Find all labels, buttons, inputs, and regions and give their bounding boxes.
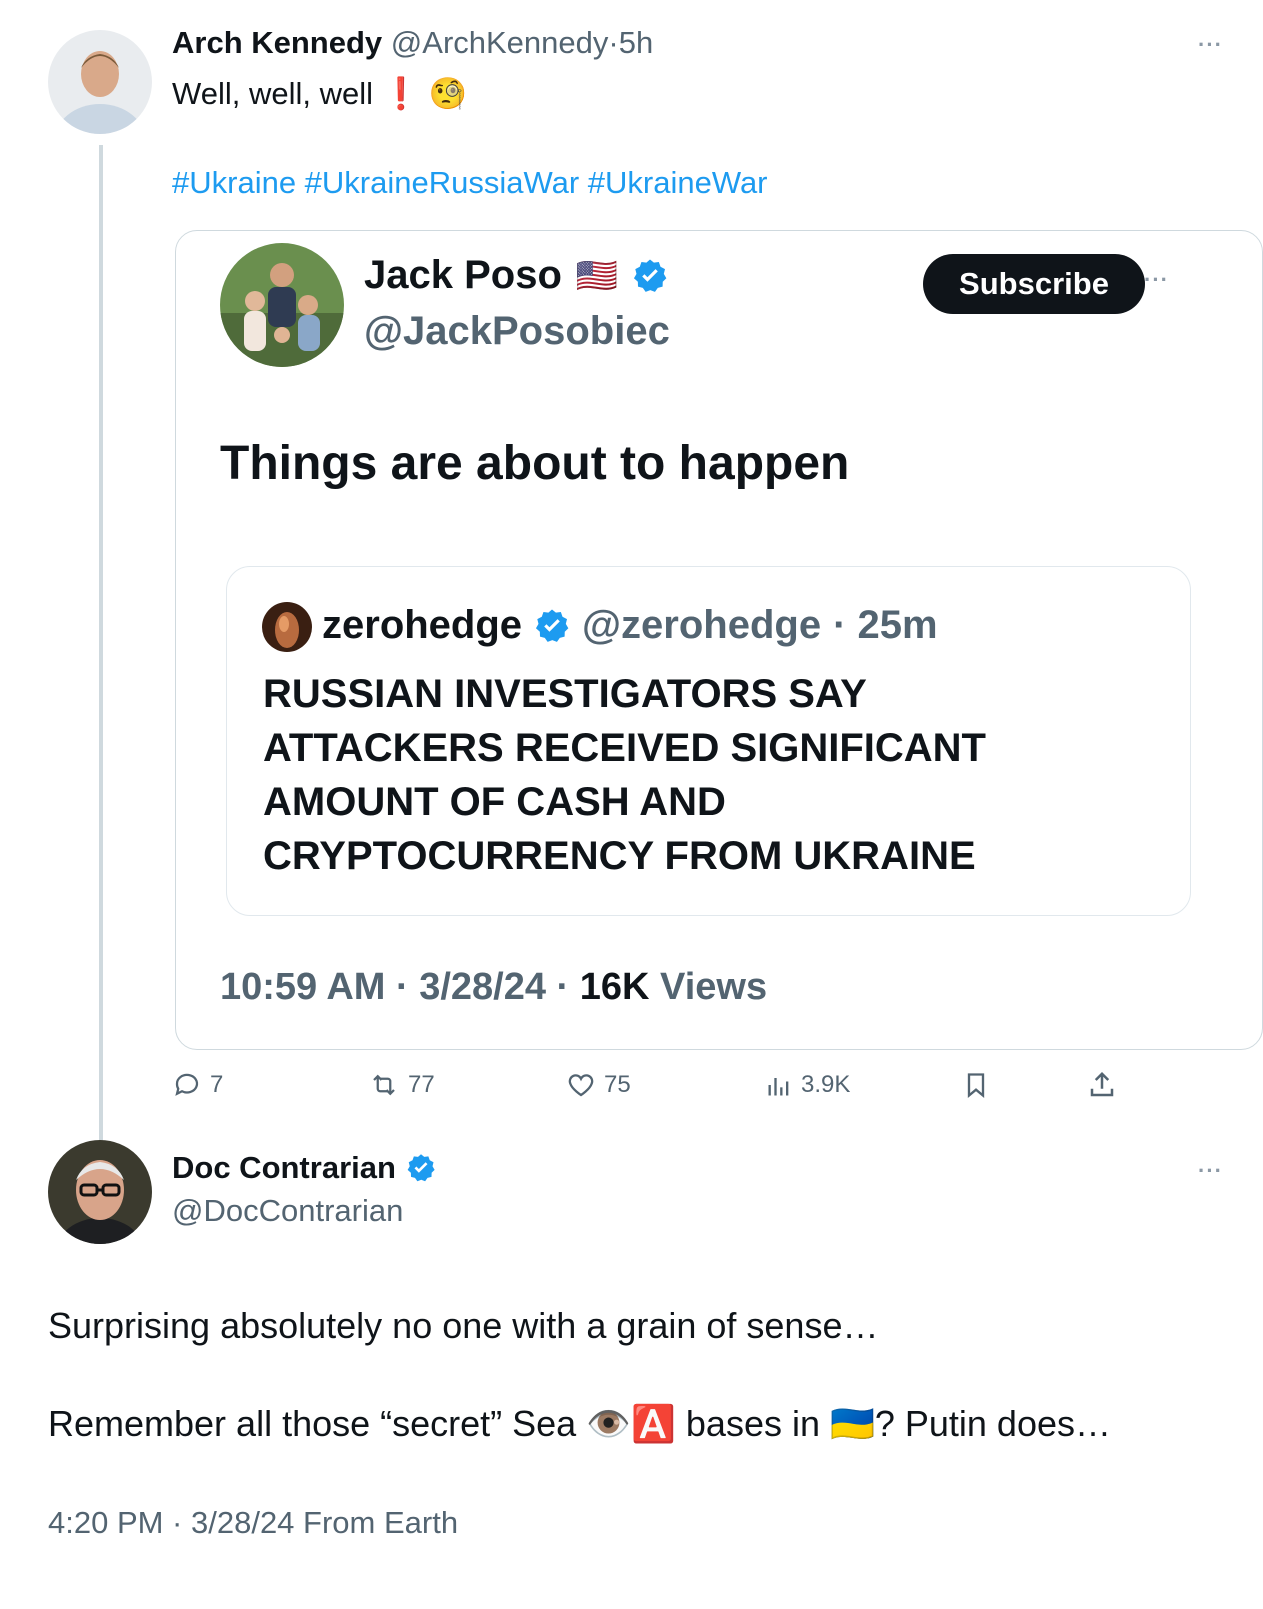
like-button[interactable]: 75 <box>566 1070 631 1100</box>
post-emoji: ❗ 🧐 <box>381 76 468 111</box>
hashtags[interactable]: #Ukraine #UkraineRussiaWar #UkraineWar <box>172 165 768 201</box>
ukraine-flag-icon: 🇺🇦 <box>830 1403 875 1444</box>
share-icon <box>1090 1071 1114 1097</box>
repost-icon <box>373 1074 395 1096</box>
quoted-post-card[interactable]: Jack Poso 🇺🇸 @JackPosobiec Subscribe ···… <box>175 230 1263 1050</box>
reply-icon <box>175 1073 199 1096</box>
avatar-arch-kennedy[interactable] <box>48 30 152 134</box>
share-button[interactable] <box>1087 1070 1117 1100</box>
like-count: 75 <box>604 1071 631 1098</box>
author-name[interactable]: Arch Kennedy <box>172 25 382 60</box>
reply-text-line-2c: ? Putin does… <box>874 1403 1111 1444</box>
verified-badge-icon <box>407 1154 435 1182</box>
views-count-action: 3.9K <box>801 1071 851 1098</box>
thread-line <box>99 145 103 1160</box>
author-handle[interactable]: @ArchKennedy <box>391 25 609 60</box>
us-flag-icon: 🇺🇸 <box>575 256 619 295</box>
avatar-doc-contrarian[interactable] <box>48 1140 152 1244</box>
reply-text-line-2b: bases in <box>685 1403 820 1444</box>
reply-button[interactable]: 7 <box>172 1070 223 1100</box>
repost-button[interactable]: 77 <box>368 1070 435 1100</box>
reply-text-line-1: Surprising absolutely no one with a grai… <box>48 1305 879 1346</box>
avatar-jack-poso[interactable] <box>220 243 344 367</box>
quoted-author-name[interactable]: Jack Poso <box>364 253 562 298</box>
nested-line-1: RUSSIAN INVESTIGATORS SAY <box>263 672 867 716</box>
reply-author-handle[interactable]: @DocContrarian <box>172 1193 403 1229</box>
nested-author-name[interactable]: zerohedge <box>322 603 522 648</box>
analytics-icon <box>768 1078 789 1096</box>
views-label: Views <box>649 966 768 1008</box>
eye-a-emoji: 👁️🅰️ <box>586 1403 676 1444</box>
quoted-timestamp[interactable]: 10:59 AM · 3/28/24 · <box>220 966 580 1008</box>
reply-count: 7 <box>210 1071 224 1098</box>
verified-badge-icon <box>535 609 569 642</box>
quoted-more-icon[interactable]: ··· <box>1144 267 1169 293</box>
verified-badge-icon <box>634 259 667 292</box>
post-time[interactable]: 5h <box>619 25 653 60</box>
separator-dot: · <box>608 25 619 60</box>
nested-author-handle[interactable]: @zerohedge <box>582 603 821 648</box>
nested-line-3: AMOUNT OF CASH AND <box>263 780 726 824</box>
quoted-author-handle[interactable]: @JackPosobiec <box>364 309 670 354</box>
avatar-zerohedge[interactable] <box>262 602 312 652</box>
bookmark-button[interactable] <box>962 1070 990 1100</box>
subscribe-button[interactable]: Subscribe <box>923 254 1145 314</box>
heart-icon <box>568 1074 594 1097</box>
reply-footer[interactable]: 4:20 PM · 3/28/24 From Earth <box>48 1505 458 1541</box>
more-icon[interactable]: ··· <box>1198 32 1223 58</box>
bookmark-icon <box>967 1073 985 1098</box>
quoted-post-text: Things are about to happen <box>220 437 850 490</box>
nested-quoted-card[interactable]: zerohedge @zerohedge · 25m RUSSIAN INVES… <box>226 566 1191 916</box>
nested-post-time[interactable]: · 25m <box>833 603 938 648</box>
post-text: Well, well, well <box>172 76 373 111</box>
nested-line-4: CRYPTOCURRENCY FROM UKRAINE <box>263 834 976 878</box>
reply-text-line-2a: Remember all those “secret” Sea <box>48 1403 577 1444</box>
reply-more-icon[interactable]: ··· <box>1198 1158 1223 1184</box>
views-count: 16K <box>579 966 650 1008</box>
repost-count: 77 <box>408 1071 435 1098</box>
nested-line-2: ATTACKERS RECEIVED SIGNIFICANT <box>263 726 986 770</box>
views-button[interactable]: 3.9K <box>765 1070 850 1100</box>
reply-author-name[interactable]: Doc Contrarian <box>172 1150 396 1186</box>
